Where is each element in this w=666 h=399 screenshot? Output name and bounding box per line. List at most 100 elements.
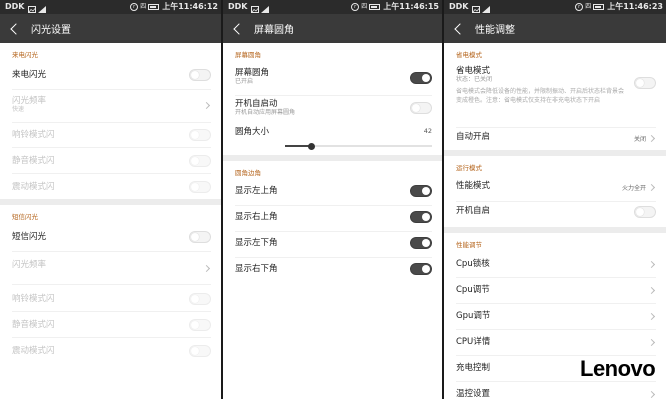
toolbar: 性能调整 xyxy=(444,14,666,43)
cpu-detail-row[interactable]: CPU详情 xyxy=(444,330,666,356)
corner-size-slider-thumb[interactable] xyxy=(307,142,315,150)
page-title: 闪光设置 xyxy=(31,25,71,36)
section-header-sms-flash: 短信闪光 xyxy=(12,213,38,221)
auto-start-value: 关闭 xyxy=(633,136,646,143)
gpu-adjust-row[interactable]: Gpu调节 xyxy=(444,304,666,330)
clock: 上午11:46:15 xyxy=(383,2,439,11)
perf-mode-value: 火力全开 xyxy=(621,185,646,192)
status-bar: DDK r 四 上午11:46:15 xyxy=(223,0,442,14)
power-save-label: 省电模式 xyxy=(456,66,491,76)
section-header-power-save: 省电模式 xyxy=(456,51,482,59)
ring-mode-row[interactable]: 响铃模式闪 xyxy=(0,123,221,148)
page-title: 性能调整 xyxy=(475,25,515,36)
status-bar: DDK r 四 上午11:46:23 xyxy=(444,0,666,14)
round-corner-row[interactable]: 屏幕圆角 已开启 xyxy=(223,62,442,96)
status-bar: DDK r 四 上午11:46:12 xyxy=(0,0,221,14)
signal-icon xyxy=(261,4,270,13)
flash-frequency-label: 闪光频率 xyxy=(12,96,47,106)
flash-settings-screen: DDK r 四 上午11:46:12 闪光设置 来电闪光 来电闪光 闪光频率 快… xyxy=(0,0,221,399)
corner-size-row: 圆角大小 42 xyxy=(223,122,442,155)
sms-flash-toggle[interactable] xyxy=(189,231,211,243)
sms-silent-mode-toggle[interactable] xyxy=(189,319,211,331)
image-notification-icon xyxy=(28,4,37,13)
power-save-row[interactable]: 省电模式 状态：已关闭 省电模式会降低设备的性能，并限制振动、开启后状态栏背景会… xyxy=(444,62,666,128)
power-save-toggle[interactable] xyxy=(634,77,656,89)
carrier-label: DDK xyxy=(449,2,469,11)
vibrate-mode-row[interactable]: 震动模式闪 xyxy=(0,174,221,199)
auto-start-row[interactable]: 自动开启 关闭 xyxy=(444,128,666,150)
clock: 上午11:46:12 xyxy=(162,2,218,11)
battery-icon xyxy=(369,4,381,10)
cpu-lock-label: Cpu锁核 xyxy=(456,259,490,269)
flash-frequency-value: 快速 xyxy=(12,106,25,113)
call-flash-toggle[interactable] xyxy=(189,69,211,81)
sms-vibrate-mode-row[interactable]: 震动模式闪 xyxy=(0,338,221,364)
perf-mode-row[interactable]: 性能模式 火力全开 xyxy=(444,175,666,202)
battery-icon xyxy=(148,4,160,10)
network-badge: 四 xyxy=(585,3,592,10)
section-header-corners: 圆角边角 xyxy=(235,169,261,177)
signal-icon xyxy=(482,4,491,13)
temp-settings-label: 温控设置 xyxy=(456,389,491,399)
sms-ring-mode-toggle[interactable] xyxy=(189,293,211,305)
network-badge: 四 xyxy=(140,3,147,10)
toolbar: 屏幕圆角 xyxy=(223,14,442,43)
back-arrow-icon[interactable] xyxy=(10,22,22,35)
battery-icon xyxy=(593,4,605,10)
carrier-label: DDK xyxy=(228,2,248,11)
clock: 上午11:46:23 xyxy=(607,2,663,11)
call-flash-row[interactable]: 来电闪光 xyxy=(0,62,221,90)
gpu-adjust-label: Gpu调节 xyxy=(456,311,491,321)
signal-icon xyxy=(38,4,47,13)
boot-start-toggle[interactable] xyxy=(634,206,656,218)
bottom-right-row[interactable]: 显示右下角 xyxy=(223,258,442,284)
cpu-adjust-label: Cpu调节 xyxy=(456,285,490,295)
app-badge-icon: r xyxy=(130,3,139,11)
section-header-tuning: 性能调节 xyxy=(456,241,482,249)
temp-settings-row[interactable]: 温控设置 xyxy=(444,382,666,399)
toolbar: 闪光设置 xyxy=(0,14,221,43)
app-badge-icon: r xyxy=(575,3,584,11)
sms-frequency-row[interactable]: 闪光频率 xyxy=(0,252,221,285)
boot-start-toggle[interactable] xyxy=(410,102,432,114)
image-notification-icon xyxy=(251,4,260,13)
sms-flash-row[interactable]: 短信闪光 xyxy=(0,224,221,252)
sms-ring-mode-row[interactable]: 响铃模式闪 xyxy=(0,285,221,312)
bottom-left-toggle[interactable] xyxy=(410,237,432,249)
section-header-run-mode: 运行模式 xyxy=(456,164,482,172)
silent-mode-toggle[interactable] xyxy=(189,155,211,167)
brand-watermark: Lenovo xyxy=(580,356,656,381)
corner-size-value: 42 xyxy=(423,127,432,135)
top-left-toggle[interactable] xyxy=(410,185,432,197)
back-arrow-icon[interactable] xyxy=(454,22,466,35)
boot-start-row[interactable]: 开机自启 xyxy=(444,202,666,227)
image-notification-icon xyxy=(472,4,481,13)
top-right-toggle[interactable] xyxy=(410,211,432,223)
bottom-left-row[interactable]: 显示左下角 xyxy=(223,232,442,258)
app-badge-icon: r xyxy=(351,3,360,11)
back-arrow-icon[interactable] xyxy=(233,22,245,35)
top-left-row[interactable]: 显示左上角 xyxy=(223,180,442,206)
corner-size-label: 圆角大小 xyxy=(235,127,270,137)
power-save-description: 省电模式会降低设备的性能，并限制振动、开启后状态栏背景会变成橙色。注意：省电模式… xyxy=(456,88,625,104)
silent-mode-row[interactable]: 静音模式闪 xyxy=(0,148,221,174)
vibrate-mode-toggle[interactable] xyxy=(189,181,211,193)
sms-frequency-label: 闪光频率 xyxy=(12,260,47,270)
round-corner-toggle[interactable] xyxy=(410,72,432,84)
section-header-call-flash: 来电闪光 xyxy=(12,51,38,59)
page-title: 屏幕圆角 xyxy=(254,25,294,36)
network-badge: 四 xyxy=(361,3,368,10)
cpu-adjust-row[interactable]: Cpu调节 xyxy=(444,278,666,304)
carrier-label: DDK xyxy=(5,2,25,11)
ring-mode-toggle[interactable] xyxy=(189,129,211,141)
sms-silent-mode-row[interactable]: 静音模式闪 xyxy=(0,312,221,338)
top-right-row[interactable]: 显示右上角 xyxy=(223,206,442,232)
round-corner-screen: DDK r 四 上午11:46:15 屏幕圆角 屏幕圆角 屏幕圆角 已开启 开机… xyxy=(223,0,442,399)
performance-screen: DDK r 四 上午11:46:23 性能调整 省电模式 省电模式 状态：已关闭… xyxy=(444,0,666,399)
boot-start-row[interactable]: 开机自启动 开机自动应用屏幕圆角 xyxy=(223,96,442,122)
flash-frequency-row[interactable]: 闪光频率 快速 xyxy=(0,90,221,123)
bottom-right-toggle[interactable] xyxy=(410,263,432,275)
cpu-lock-row[interactable]: Cpu锁核 xyxy=(444,252,666,278)
sms-vibrate-mode-toggle[interactable] xyxy=(189,345,211,357)
section-header-round-corner: 屏幕圆角 xyxy=(235,51,261,59)
